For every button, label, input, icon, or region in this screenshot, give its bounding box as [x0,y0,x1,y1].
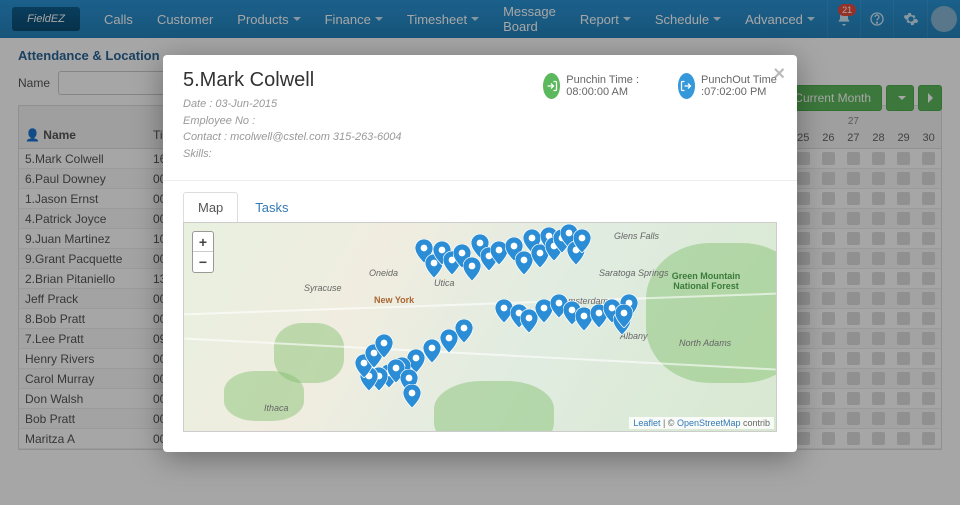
map-label-forest: Green Mountain National Forest [666,271,746,291]
punchin-icon [543,73,560,99]
osm-link[interactable]: OpenStreetMap [677,418,741,428]
map-label-glens: Glens Falls [614,231,659,241]
punchout-label: PunchOut Time :07:02:00 PM [701,74,797,98]
employee-detail-modal: × 5.Mark Colwell Date : 03-Jun-2015 Empl… [163,55,797,452]
modal-contact: Contact : mcolwell@cstel.com 315-263-600… [183,129,777,146]
map-pin[interactable] [403,384,421,408]
map-container[interactable]: Oneida Utica Glens Falls Saratoga Spring… [183,222,777,432]
map-pin[interactable] [573,229,591,253]
map-pin[interactable] [375,334,393,358]
map-label-ithaca: Ithaca [264,403,289,413]
punchin-label: Punchin Time : 08:00:00 AM [566,74,657,98]
map-label-newyork: New York [374,295,414,305]
punchout-icon [678,73,695,99]
map-label-northadams: North Adams [679,338,731,348]
map-label-saratoga: Saratoga Springs [599,268,669,278]
map-label-utica: Utica [434,278,455,288]
modal-empno: Employee No : [183,113,777,130]
leaflet-link[interactable]: Leaflet [633,418,660,428]
zoom-out-button[interactable]: − [193,252,213,272]
map-pin[interactable] [440,329,458,353]
map-pin[interactable] [463,257,481,281]
tab-tasks[interactable]: Tasks [240,192,303,223]
map-pin[interactable] [615,304,633,328]
modal-skills: Skills: [183,146,777,163]
map-pin[interactable] [423,339,441,363]
map-attribution: Leaflet | © OpenStreetMap contrib [629,417,774,429]
map-label-syracuse: Syracuse [304,283,342,293]
map-zoom-control: + − [192,231,214,273]
zoom-in-button[interactable]: + [193,232,213,252]
map-label-oneida: Oneida [369,268,398,278]
tab-map[interactable]: Map [183,192,238,223]
